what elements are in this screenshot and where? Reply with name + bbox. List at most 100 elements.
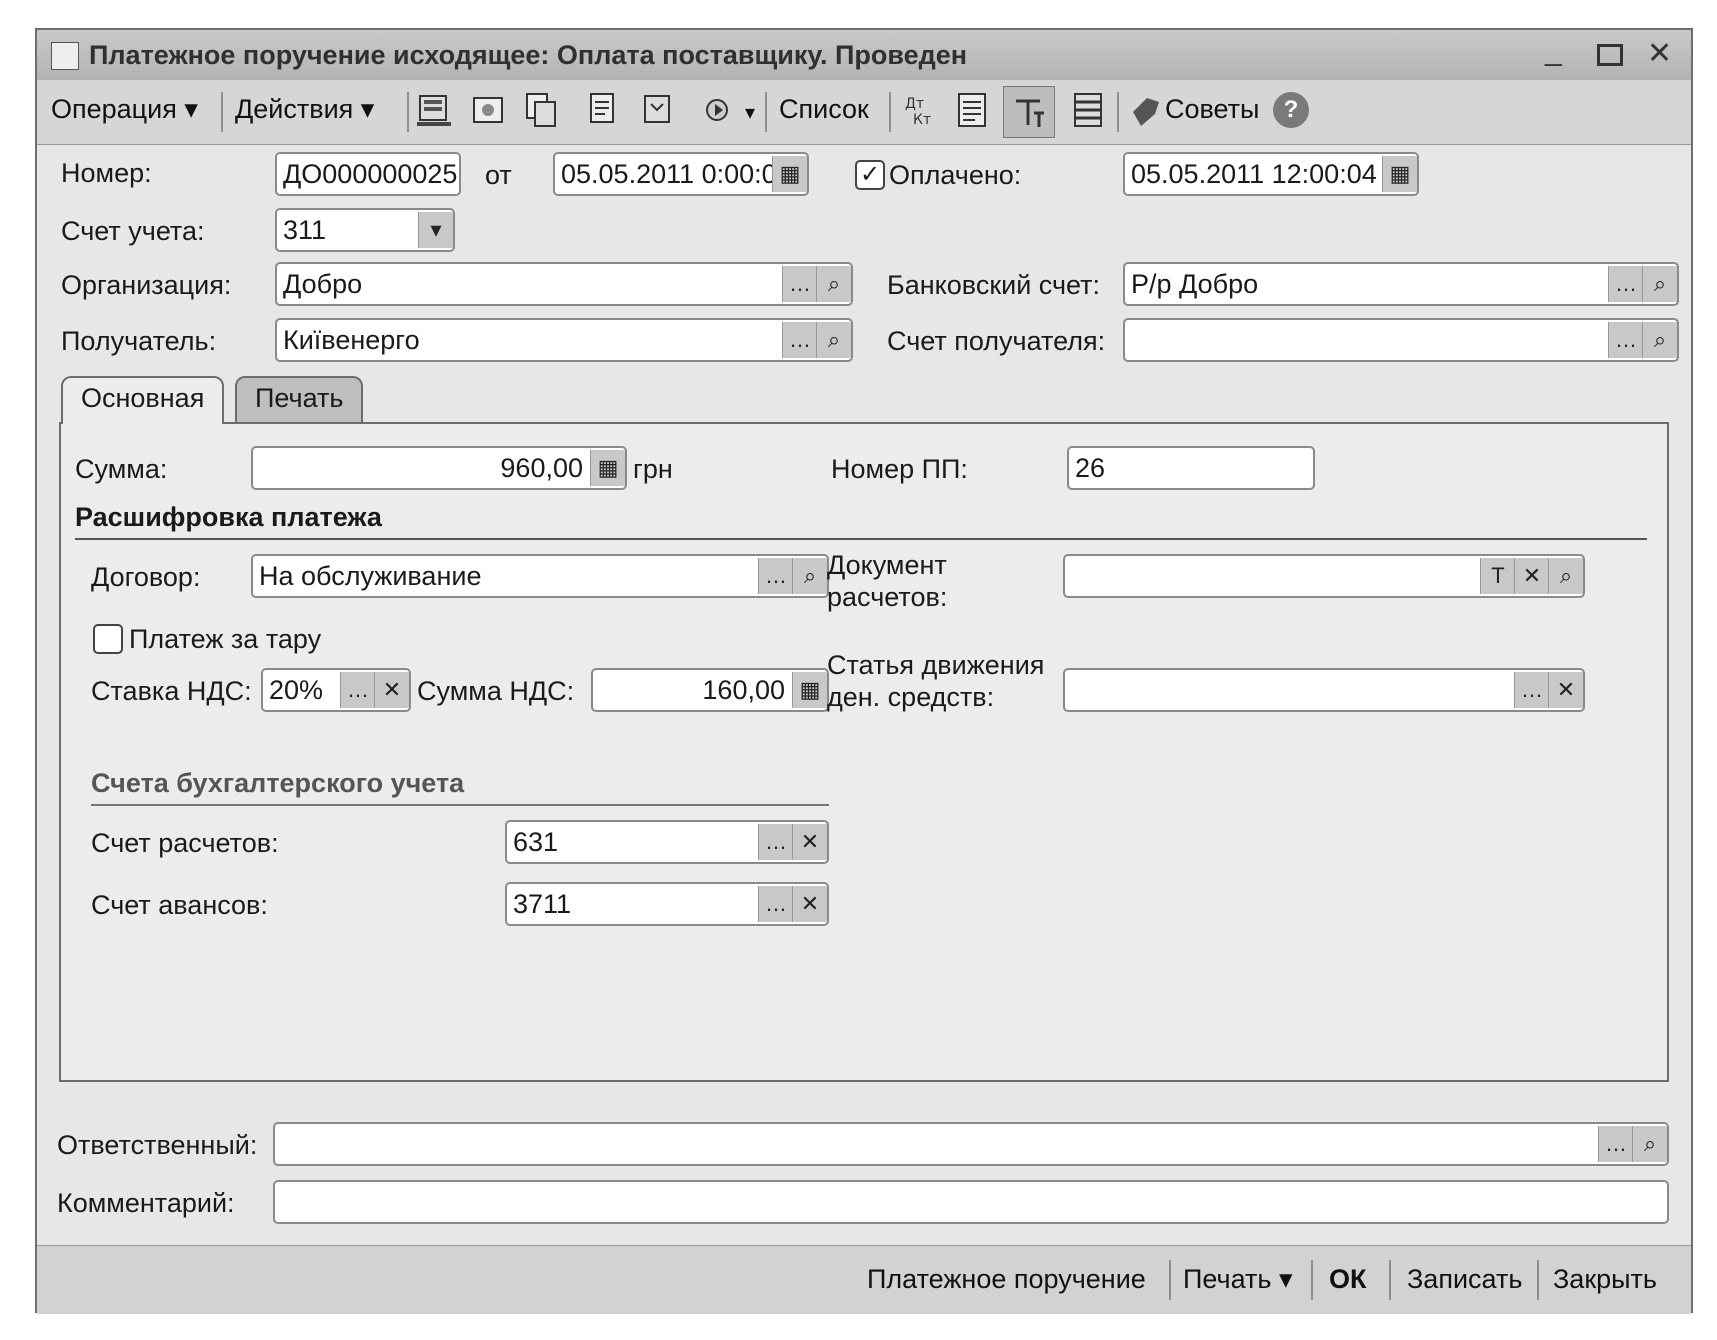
select-ellipsis-icon[interactable]: … (782, 322, 817, 358)
list-button[interactable]: Список (779, 94, 869, 125)
help-icon[interactable]: ? (1273, 92, 1309, 128)
save-button[interactable]: Записать (1407, 1264, 1522, 1295)
clear-icon[interactable]: ✕ (374, 672, 409, 708)
bank-account-value: Р/р Добро (1131, 269, 1259, 299)
payment-order-window: Платежное поручение исходящее: Оплата по… (35, 28, 1693, 1314)
responsible-field[interactable]: … ⌕ (273, 1122, 1669, 1166)
paid-label: Оплачено: (889, 160, 1022, 190)
ok-button[interactable]: ОК (1329, 1264, 1366, 1295)
search-icon[interactable]: ⌕ (1642, 322, 1677, 358)
advice-button[interactable]: Советы (1165, 94, 1259, 125)
chevron-down-icon[interactable]: ▾ (745, 100, 755, 125)
post-document-icon[interactable] (415, 90, 453, 130)
close-button[interactable]: Закрыть (1553, 1264, 1657, 1295)
search-icon[interactable]: ⌕ (1642, 266, 1677, 302)
search-icon[interactable]: ⌕ (816, 322, 851, 358)
type-icon[interactable]: T (1480, 558, 1515, 594)
footer-separator (1169, 1260, 1171, 1300)
recipient-field[interactable]: Київенерго … ⌕ (275, 318, 853, 362)
text-format-icon (1016, 99, 1044, 127)
operation-menu[interactable]: Операция ▾ (51, 94, 198, 125)
calculator-icon[interactable]: ▦ (590, 450, 625, 486)
report-icon[interactable] (953, 90, 991, 130)
number-field[interactable]: ДО000000025 (275, 152, 461, 196)
print-menu-button[interactable]: Печать ▾ (1183, 1264, 1293, 1295)
search-icon[interactable]: ⌕ (792, 558, 827, 594)
clear-icon[interactable]: ✕ (1548, 672, 1583, 708)
select-ellipsis-icon[interactable]: … (1608, 266, 1643, 302)
comment-field[interactable] (273, 1180, 1669, 1224)
select-ellipsis-icon[interactable]: … (1598, 1126, 1633, 1162)
tab-print[interactable]: Печать (235, 376, 364, 422)
select-ellipsis-icon[interactable]: … (1514, 672, 1549, 708)
organization-label: Организация: (61, 270, 232, 300)
calendar-icon[interactable]: ▦ (1382, 156, 1417, 192)
account-label: Счет учета: (61, 216, 205, 246)
chevron-down-icon[interactable]: ▾ (418, 212, 453, 248)
clear-icon[interactable]: ✕ (1514, 558, 1549, 594)
calendar-icon[interactable]: ▦ (772, 156, 807, 192)
structure-icon[interactable] (469, 90, 507, 130)
recipient-account-field[interactable]: … ⌕ (1123, 318, 1679, 362)
settlement-account-value: 631 (513, 827, 559, 857)
minimize-icon[interactable]: _ (1545, 34, 1562, 68)
close-icon[interactable]: ✕ (1647, 36, 1672, 71)
calculator-icon[interactable]: ▦ (792, 672, 827, 708)
account-select[interactable]: 311 ▾ (275, 208, 455, 252)
sum-label: Сумма: (75, 454, 168, 484)
cash-flow-field[interactable]: … ✕ (1063, 668, 1585, 712)
search-icon[interactable]: ⌕ (1548, 558, 1583, 594)
based-on-icon[interactable] (701, 90, 739, 130)
debit-credit-icon[interactable]: ДтКт (901, 90, 939, 130)
settlement-account-label: Счет расчетов: (91, 828, 279, 858)
tab-main[interactable]: Основная (61, 376, 225, 424)
payment-number-field[interactable]: 26 (1067, 446, 1315, 490)
tare-payment-checkbox[interactable] (93, 624, 123, 654)
date-value: 05.05.2011 0:00:00 (561, 159, 792, 189)
select-ellipsis-icon[interactable]: … (1608, 322, 1643, 358)
settlement-doc-label-1: Документ (827, 550, 947, 580)
account-value: 311 (283, 215, 327, 245)
settlement-doc-field[interactable]: T ✕ ⌕ (1063, 554, 1585, 598)
select-ellipsis-icon[interactable]: … (340, 672, 375, 708)
footer-separator (1537, 1260, 1539, 1300)
actions-menu[interactable]: Действия ▾ (235, 94, 374, 125)
organization-field[interactable]: Добро … ⌕ (275, 262, 853, 306)
advice-icon[interactable] (1127, 90, 1165, 130)
clear-icon[interactable]: ✕ (792, 886, 827, 922)
movement-icon[interactable] (639, 90, 677, 130)
advance-account-field[interactable]: 3711 … ✕ (505, 882, 829, 926)
toggle-button[interactable] (1003, 86, 1055, 138)
select-ellipsis-icon[interactable]: … (758, 824, 793, 860)
clear-icon[interactable]: ✕ (792, 824, 827, 860)
vat-sum-field[interactable]: 160,00 ▦ (591, 668, 829, 712)
select-ellipsis-icon[interactable]: … (782, 266, 817, 302)
paid-date-field[interactable]: 05.05.2011 12:00:04 ▦ (1123, 152, 1419, 196)
select-ellipsis-icon[interactable]: … (758, 558, 793, 594)
bank-account-field[interactable]: Р/р Добро … ⌕ (1123, 262, 1679, 306)
currency-label: грн (633, 454, 673, 484)
cash-flow-label-2: ден. средств: (827, 682, 995, 712)
comment-label: Комментарий: (57, 1188, 235, 1218)
payment-decode-title: Расшифровка платежа (75, 502, 382, 532)
vat-rate-field[interactable]: 20% … ✕ (261, 668, 411, 712)
search-icon[interactable]: ⌕ (816, 266, 851, 302)
print-preview-icon[interactable] (585, 90, 623, 130)
table-icon[interactable] (1069, 90, 1107, 130)
toolbar-separator (765, 92, 767, 132)
select-ellipsis-icon[interactable]: … (758, 886, 793, 922)
document-icon (51, 42, 79, 70)
footer-separator (1311, 1260, 1313, 1300)
maximize-icon[interactable] (1597, 44, 1623, 66)
settlement-account-field[interactable]: 631 … ✕ (505, 820, 829, 864)
organization-value: Добро (283, 269, 363, 299)
date-field[interactable]: 05.05.2011 0:00:00 ▦ (553, 152, 809, 196)
sum-field[interactable]: 960,00 ▦ (251, 446, 627, 490)
copy-icon[interactable] (523, 90, 561, 130)
search-icon[interactable]: ⌕ (1632, 1126, 1667, 1162)
contract-field[interactable]: На обслуживание … ⌕ (251, 554, 829, 598)
payment-order-button[interactable]: Платежное поручение (867, 1264, 1146, 1295)
number-label: Номер: (61, 158, 152, 188)
paid-checkbox[interactable]: ✓ (855, 160, 885, 190)
toolbar-separator (1117, 92, 1119, 132)
